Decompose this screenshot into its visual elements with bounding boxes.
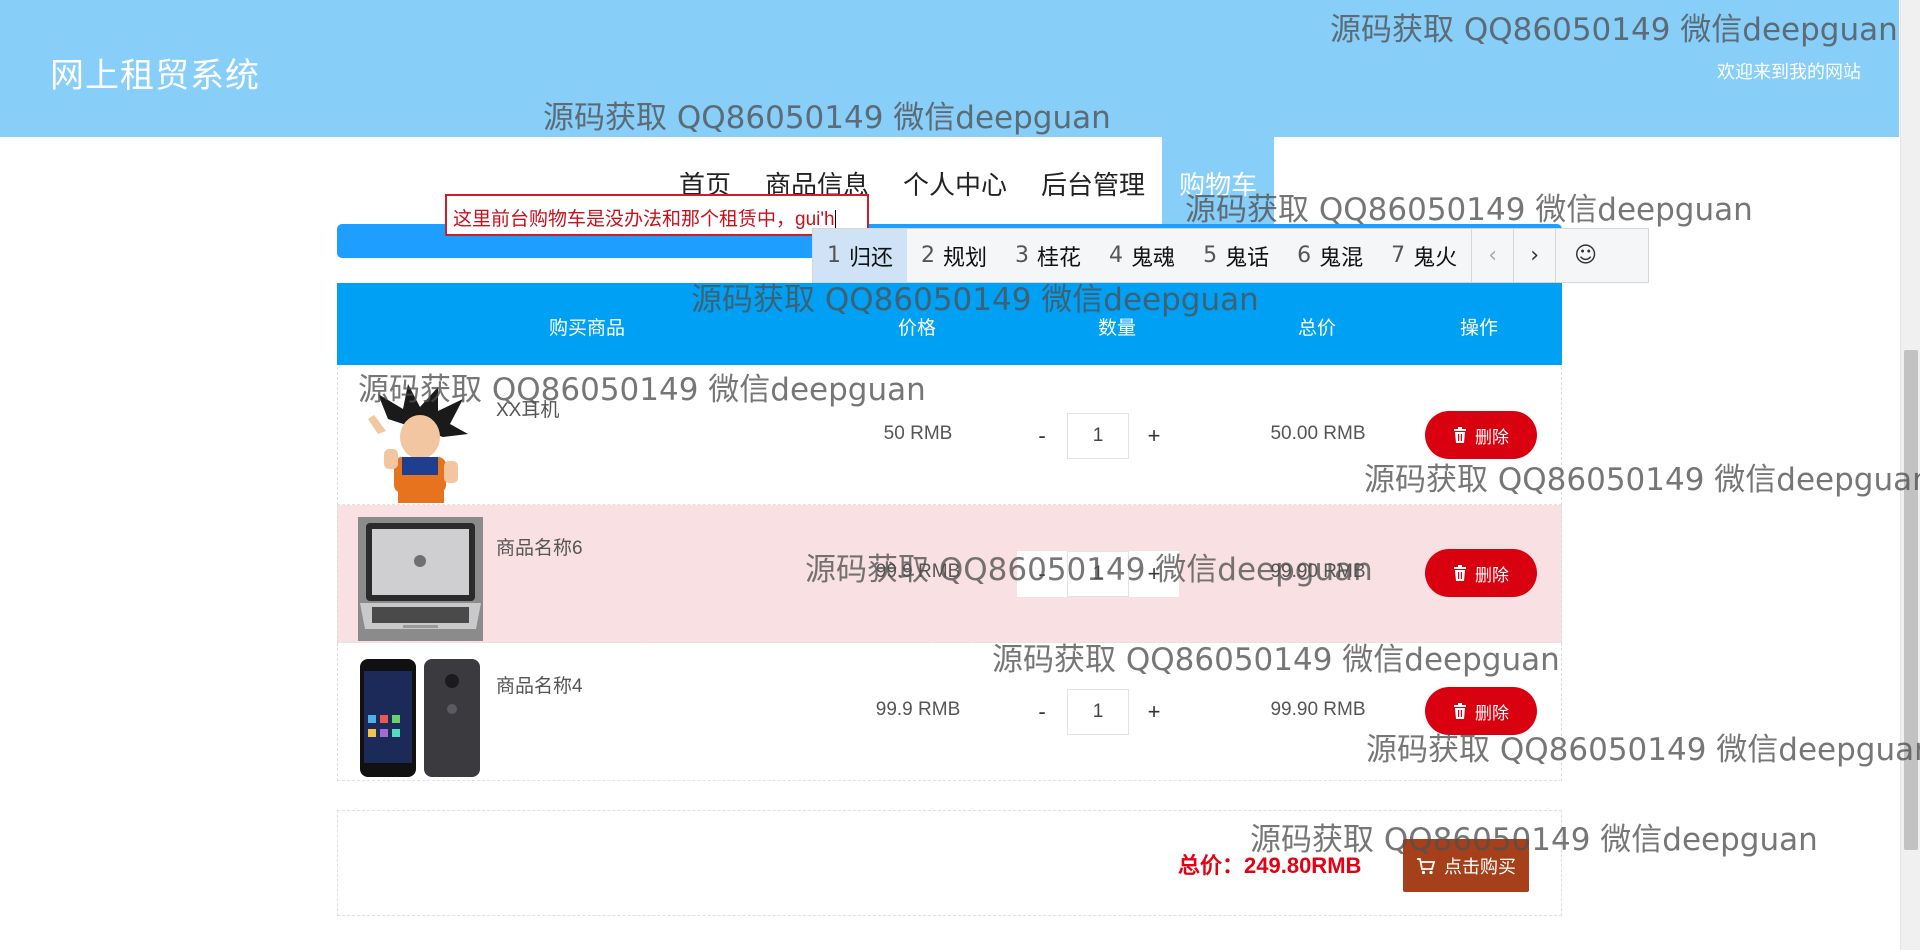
candidate-number: 3 (1015, 243, 1030, 268)
ime-prev-page-icon[interactable]: ‹ (1471, 229, 1513, 282)
nav-item-admin[interactable]: 后台管理 (1024, 137, 1162, 227)
product-name[interactable]: 商品名称4 (496, 671, 583, 698)
page-scrollbar[interactable] (1900, 0, 1920, 950)
welcome-text: 欢迎来到我的网站 (1717, 62, 1861, 83)
product-name[interactable]: XX耳机 (496, 395, 559, 422)
delete-button-label: 删除 (1475, 703, 1509, 723)
candidate-text: 鬼混 (1319, 245, 1364, 271)
candidate-text: 桂花 (1037, 245, 1082, 271)
delete-button-label: 删除 (1475, 565, 1509, 585)
product-subtotal: 99.90 RMB (1270, 561, 1366, 582)
candidate-text: 鬼火 (1413, 245, 1458, 271)
candidate-number: 5 (1203, 243, 1218, 268)
product-image-goku[interactable] (358, 379, 483, 503)
cart-table-header: 购买商品 价格 数量 总价 操作 (337, 283, 1562, 365)
candidate-text: 鬼话 (1225, 245, 1270, 271)
cart-row: 商品名称6 99.9 RMB - + 99.90 RMB 删除 (337, 505, 1562, 643)
ime-candidate-3[interactable]: 3 桂花 (1001, 229, 1095, 282)
cart-row: XX耳机 50 RMB - + 50.00 RMB 删除 (337, 367, 1562, 505)
candidate-number: 1 (827, 243, 841, 268)
ime-candidate-7[interactable]: 7 鬼火 (1377, 229, 1471, 282)
delete-button[interactable]: 删除 (1425, 549, 1537, 597)
quantity-increase-button[interactable]: + (1129, 689, 1179, 735)
page: 网上租贸系统 欢迎来到我的网站 首页 商品信息 个人中心 后台管理 购物车 这里… (0, 0, 1920, 950)
nav-item-cart[interactable]: 购物车 (1162, 137, 1275, 227)
delete-button[interactable]: 删除 (1425, 411, 1537, 459)
total-value: 249.80RMB (1244, 853, 1362, 878)
candidate-text: 鬼魂 (1131, 245, 1176, 271)
ime-candidate-1[interactable]: 1 归还 (813, 229, 908, 282)
candidate-number: 4 (1109, 243, 1124, 268)
ime-candidate-bar: 1 归还 2 规划 3 桂花 4 鬼魂 5 鬼话 6 鬼混 7 鬼火 ‹ › ☺ (812, 228, 1649, 283)
product-image-phone[interactable] (358, 655, 483, 779)
candidate-text: 规划 (943, 245, 988, 271)
annotation-text-box[interactable]: 这里前台购物车是没办法和那个租赁中，gui'h (445, 194, 869, 236)
product-image-laptop[interactable] (358, 517, 483, 641)
col-header-quantity: 数量 (1097, 318, 1137, 339)
col-header-action: 操作 (1459, 318, 1499, 339)
cart-row: 商品名称4 99.9 RMB - + 99.90 RMB 删除 (337, 643, 1562, 781)
ime-candidate-6[interactable]: 6 鬼混 (1283, 229, 1377, 282)
candidate-number: 7 (1391, 243, 1406, 268)
site-title: 网上租贸系统 (50, 57, 260, 95)
ime-candidate-5[interactable]: 5 鬼话 (1189, 229, 1283, 282)
candidate-text: 归还 (849, 245, 894, 271)
trash-icon (1454, 703, 1466, 719)
quantity-stepper: - + (1017, 413, 1179, 459)
product-price: 99.9 RMB (875, 699, 961, 720)
annotation-text: 这里前台购物车是没办法和那个租赁中，gui'h (453, 209, 835, 230)
ime-next-page-icon[interactable]: › (1513, 229, 1555, 282)
cart-icon (1417, 857, 1436, 874)
buy-button[interactable]: 点击购买 (1403, 839, 1529, 892)
buy-button-label: 点击购买 (1444, 856, 1516, 877)
nav-item-profile[interactable]: 个人中心 (886, 137, 1024, 227)
product-name[interactable]: 商品名称6 (496, 533, 583, 560)
quantity-decrease-button[interactable]: - (1017, 551, 1067, 597)
candidate-number: 6 (1297, 243, 1312, 268)
cart-total: 总价：249.80RMB (1178, 848, 1361, 880)
delete-button-label: 删除 (1475, 427, 1509, 447)
trash-icon (1454, 565, 1466, 581)
quantity-decrease-button[interactable]: - (1017, 413, 1067, 459)
col-header-total: 总价 (1297, 318, 1337, 339)
quantity-stepper: - + (1017, 551, 1179, 597)
col-header-price: 价格 (897, 318, 937, 339)
quantity-decrease-button[interactable]: - (1017, 689, 1067, 735)
quantity-increase-button[interactable]: + (1129, 551, 1179, 597)
quantity-stepper: - + (1017, 689, 1179, 735)
delete-button[interactable]: 删除 (1425, 687, 1537, 735)
col-header-product: 购买商品 (548, 318, 626, 339)
site-header: 网上租贸系统 欢迎来到我的网站 (0, 0, 1899, 137)
text-caret (834, 209, 836, 230)
product-price: 99.9 RMB (875, 561, 961, 582)
product-price: 50 RMB (883, 423, 953, 444)
product-subtotal: 99.90 RMB (1270, 699, 1366, 720)
ime-emoji-icon[interactable]: ☺ (1555, 229, 1615, 282)
quantity-input[interactable] (1067, 551, 1129, 597)
quantity-increase-button[interactable]: + (1129, 413, 1179, 459)
ime-candidate-2[interactable]: 2 规划 (907, 229, 1001, 282)
product-subtotal: 50.00 RMB (1270, 423, 1366, 444)
trash-icon (1454, 427, 1466, 443)
ime-candidate-4[interactable]: 4 鬼魂 (1095, 229, 1189, 282)
quantity-input[interactable] (1067, 413, 1129, 459)
candidate-number: 2 (921, 243, 936, 268)
scrollbar-thumb[interactable] (1904, 350, 1918, 850)
total-label: 总价： (1178, 853, 1245, 878)
quantity-input[interactable] (1067, 689, 1129, 735)
cart-footer: 总价：249.80RMB 点击购买 (337, 810, 1562, 916)
